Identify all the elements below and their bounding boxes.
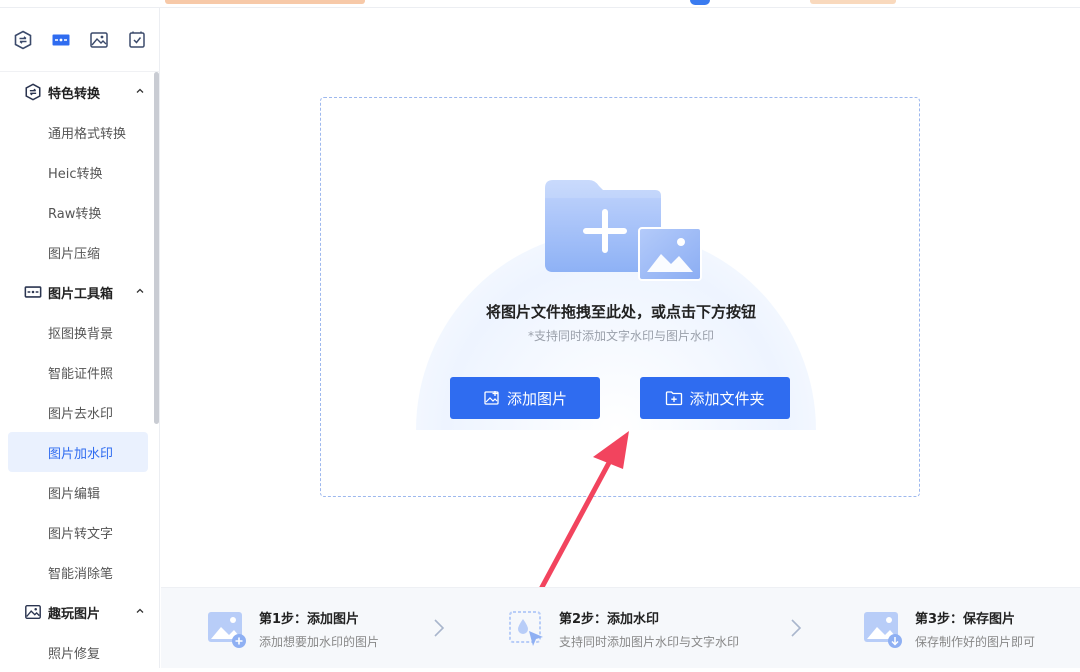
sidebar-item-id-photo[interactable]: 智能证件照 <box>0 352 156 392</box>
convert-icon[interactable] <box>12 29 34 51</box>
top-bar-decoration <box>165 0 365 4</box>
step-title: 第1步：添加图片 <box>259 611 360 627</box>
sidebar-group-special-convert[interactable]: 特色转换 <box>0 72 156 112</box>
drop-zone-subtitle: *支持同时添加文字水印与图片水印 <box>527 329 714 343</box>
add-image-button[interactable]: 添加图片 <box>450 377 600 419</box>
drop-zone[interactable]: 将图片文件拖拽至此处，或点击下方按钮 *支持同时添加文字水印与图片水印 添加图片… <box>320 97 920 497</box>
toolbox-icon[interactable] <box>50 29 72 51</box>
step-description: 添加想要加水印的图片 <box>259 634 380 649</box>
sidebar-item-ocr[interactable]: 图片转文字 <box>0 512 156 552</box>
step-1: 第1步：添加图片 添加想要加水印的图片 <box>207 588 379 669</box>
sidebar-item-compress[interactable]: 图片压缩 <box>0 232 156 272</box>
chevron-up-icon <box>136 88 144 93</box>
sidebar-icon-bar <box>0 8 160 72</box>
sidebar-item-general-format[interactable]: 通用格式转换 <box>0 112 156 152</box>
image-fun-icon <box>24 603 42 621</box>
add-folder-button[interactable]: 添加文件夹 <box>640 377 790 419</box>
folder-add-icon <box>545 180 702 281</box>
folder-add-icon <box>665 389 683 407</box>
add-folder-label: 添加文件夹 <box>689 390 765 408</box>
sidebar-group-toolbox[interactable]: 图片工具箱 <box>0 272 156 312</box>
step-2: 第2步：添加水印 支持同时添加图片水印与文字水印 <box>507 588 739 669</box>
top-bar <box>0 0 1080 8</box>
image-add-icon <box>208 611 246 648</box>
sidebar-group-fun[interactable]: 趣玩图片 <box>0 592 156 632</box>
sidebar-item-restore[interactable]: 照片修复 <box>0 632 156 672</box>
sidebar: 特色转换 通用格式转换 Heic转换 Raw转换 图片压缩 图片工具箱 抠图换背… <box>0 8 160 668</box>
top-bar-decoration <box>810 0 896 4</box>
sidebar-item-remove-watermark[interactable]: 图片去水印 <box>0 392 156 432</box>
image-add-icon <box>483 389 501 407</box>
convert-icon <box>24 83 42 101</box>
chevron-up-icon <box>136 288 144 293</box>
step-description: 支持同时添加图片水印与文字水印 <box>559 634 740 649</box>
step-title: 第3步：保存图片 <box>915 611 1016 627</box>
steps-bar: 第1步：添加图片 添加想要加水印的图片 第2步：添加水印 支持同时添加图片水印与… <box>161 587 1080 668</box>
sidebar-item-raw[interactable]: Raw转换 <box>0 192 156 232</box>
chevron-right-icon <box>791 619 802 637</box>
step-3: 第3步：保存图片 保存制作好的图片即可 <box>863 588 1035 669</box>
sidebar-group-label: 趣玩图片 <box>48 606 101 622</box>
step-description: 保存制作好的图片即可 <box>915 634 1036 649</box>
sidebar-item-cutout[interactable]: 抠图换背景 <box>0 312 156 352</box>
sidebar-group-label: 图片工具箱 <box>48 286 114 302</box>
sidebar-item-heic[interactable]: Heic转换 <box>0 152 156 192</box>
step-title: 第2步：添加水印 <box>559 611 660 627</box>
watermark-icon <box>509 610 543 646</box>
chevron-right-icon <box>434 619 445 637</box>
sidebar-scrollbar[interactable] <box>154 72 159 424</box>
top-bar-decoration <box>690 0 710 5</box>
sidebar-item-edit[interactable]: 图片编辑 <box>0 472 156 512</box>
main-content: 将图片文件拖拽至此处，或点击下方按钮 *支持同时添加文字水印与图片水印 添加图片… <box>161 9 1080 668</box>
drop-zone-title: 将图片文件拖拽至此处，或点击下方按钮 <box>485 303 756 321</box>
image-fun-icon[interactable] <box>88 29 110 51</box>
sidebar-item-add-watermark[interactable]: 图片加水印 <box>8 432 148 472</box>
chevron-up-icon <box>136 608 144 613</box>
sidebar-group-label: 特色转换 <box>48 86 101 102</box>
sidebar-item-eraser[interactable]: 智能消除笔 <box>0 552 156 592</box>
add-image-label: 添加图片 <box>506 390 567 408</box>
checklist-icon[interactable] <box>126 29 148 51</box>
toolbox-icon <box>24 283 42 301</box>
sidebar-menu: 特色转换 通用格式转换 Heic转换 Raw转换 图片压缩 图片工具箱 抠图换背… <box>0 72 156 672</box>
image-download-icon <box>864 611 902 648</box>
